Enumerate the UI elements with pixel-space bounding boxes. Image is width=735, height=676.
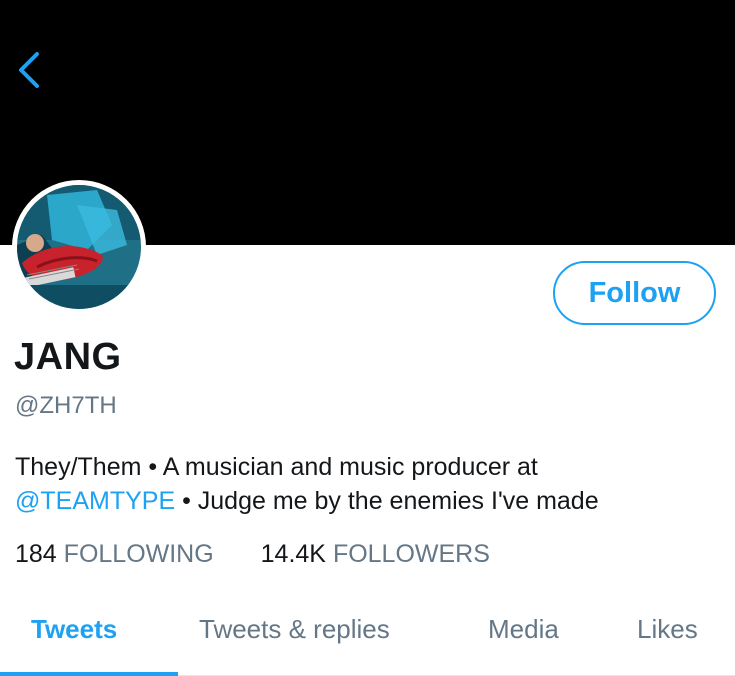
follow-button[interactable]: Follow	[553, 261, 716, 325]
profile-stats: 184 FOLLOWING 14.4K FOLLOWERS	[15, 540, 490, 569]
followers-count: 14.4K	[260, 540, 326, 568]
handle: @ZH7TH	[15, 392, 117, 419]
bio: They/Them • A musician and music produce…	[15, 450, 725, 518]
display-name: JANG	[14, 336, 122, 378]
followers-label: FOLLOWERS	[332, 540, 490, 568]
bio-text: They/Them • A musician and music produce…	[15, 453, 538, 481]
back-button[interactable]	[10, 46, 50, 94]
chevron-left-icon	[19, 52, 39, 88]
followers-stat[interactable]: 14.4K FOLLOWERS	[261, 540, 490, 569]
tab-tweets[interactable]: Tweets	[31, 614, 117, 645]
following-stat[interactable]: 184 FOLLOWING	[15, 540, 214, 569]
bio-mention-link[interactable]: @TEAMTYPE	[15, 487, 175, 515]
tab-media[interactable]: Media	[488, 614, 559, 645]
profile-tabs: Tweets Tweets & replies Media Likes	[0, 600, 735, 676]
bio-text-continued: • Judge me by the enemies I've made	[175, 487, 599, 515]
tab-tweets-replies[interactable]: Tweets & replies	[199, 614, 390, 645]
following-count: 184	[15, 540, 57, 568]
following-label: FOLLOWING	[63, 540, 214, 568]
tab-likes[interactable]: Likes	[637, 614, 698, 645]
active-tab-indicator	[0, 672, 178, 676]
avatar[interactable]	[12, 180, 146, 314]
avatar-image	[17, 185, 141, 309]
